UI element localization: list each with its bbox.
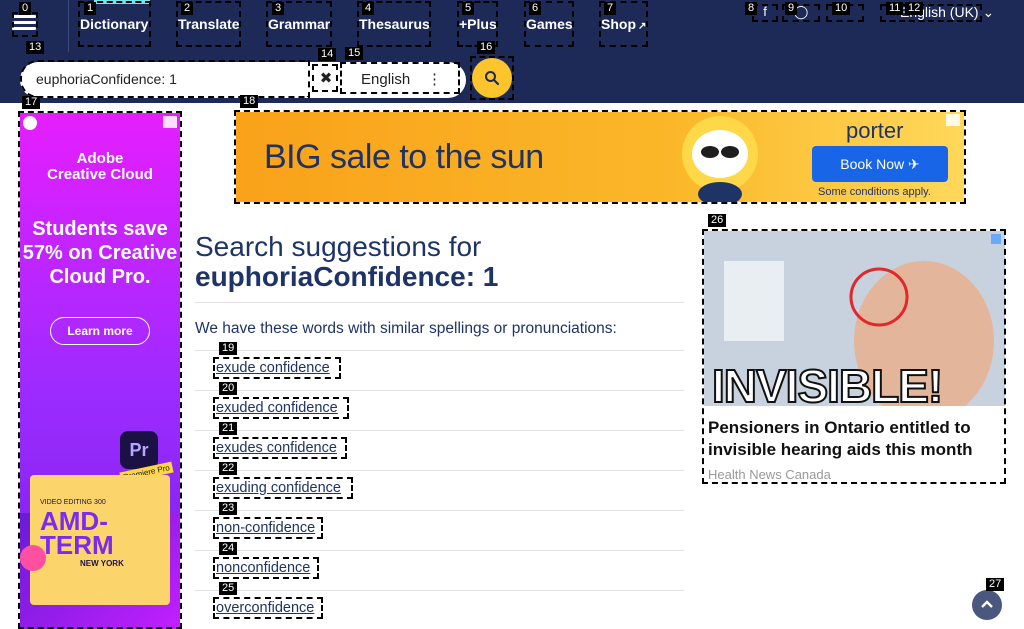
search-button-box xyxy=(470,56,514,100)
tag-top-ad: 18 xyxy=(240,95,259,108)
divider xyxy=(195,550,684,551)
tag-suggestion: 19 xyxy=(219,342,238,355)
search-input-box xyxy=(20,60,310,98)
chevron-up-icon xyxy=(981,600,993,608)
lang-select-box xyxy=(340,62,460,94)
tag-suggestion: 22 xyxy=(219,462,238,475)
tag-nav-games: 6 xyxy=(529,2,542,15)
nav-divider xyxy=(68,0,69,52)
tag-search-input: 13 xyxy=(26,41,45,54)
tag-instagram: 9 xyxy=(785,2,798,15)
top-nav-bar xyxy=(0,0,1024,52)
tag-suggestion: 25 xyxy=(219,582,238,595)
divider xyxy=(195,470,684,471)
tag-scroll-top: 27 xyxy=(986,578,1005,591)
tag-nav-plus: 5 xyxy=(462,2,475,15)
tag-language: 12 xyxy=(905,2,924,15)
divider xyxy=(195,510,684,511)
tag-nav-translate: 2 xyxy=(181,2,194,15)
tag-suggestion: 20 xyxy=(219,382,238,395)
clear-box xyxy=(312,64,338,92)
tag-suggestion: 23 xyxy=(219,502,238,515)
suggestion-box xyxy=(213,437,347,459)
tag-social-extra: 11 xyxy=(886,2,904,15)
divider xyxy=(195,350,684,351)
tag-clear: 14 xyxy=(318,48,337,61)
page-title: Search suggestions for euphoriaConfidenc… xyxy=(195,231,499,292)
suggestion-box xyxy=(213,357,341,379)
suggestion-box xyxy=(213,517,323,539)
divider xyxy=(195,430,684,431)
tag-lang-select: 15 xyxy=(345,47,364,60)
menu-box xyxy=(12,12,38,37)
chevron-down-icon: ⌄ xyxy=(982,4,995,20)
tag-menu: 0 xyxy=(19,2,32,15)
tag-facebook: 8 xyxy=(745,2,758,15)
tag-nav-shop: 7 xyxy=(604,2,617,15)
divider xyxy=(195,302,684,303)
left-ad-box xyxy=(18,111,182,629)
divider xyxy=(195,590,684,591)
suggestion-box xyxy=(213,557,319,579)
tag-search-button: 16 xyxy=(477,41,496,54)
tag-right-ad: 26 xyxy=(708,214,727,227)
tag-nav-thesaurus: 4 xyxy=(362,2,375,15)
suggestion-box xyxy=(213,477,353,499)
scroll-to-top-button[interactable] xyxy=(972,590,1002,620)
top-ad-box xyxy=(234,110,966,204)
suggestion-box xyxy=(213,397,349,419)
tag-suggestion: 24 xyxy=(219,542,238,555)
right-ad-box xyxy=(702,229,1006,484)
tag-twitter-x: 10 xyxy=(832,2,851,15)
tag-nav-grammar: 3 xyxy=(272,2,285,15)
tag-left-ad: 17 xyxy=(22,96,41,109)
suggestions-lead: We have these words with similar spellin… xyxy=(195,320,617,337)
suggestion-box xyxy=(213,597,323,619)
tag-nav-dictionary: 1 xyxy=(84,2,97,15)
divider xyxy=(195,390,684,391)
tag-suggestion: 21 xyxy=(219,422,238,435)
